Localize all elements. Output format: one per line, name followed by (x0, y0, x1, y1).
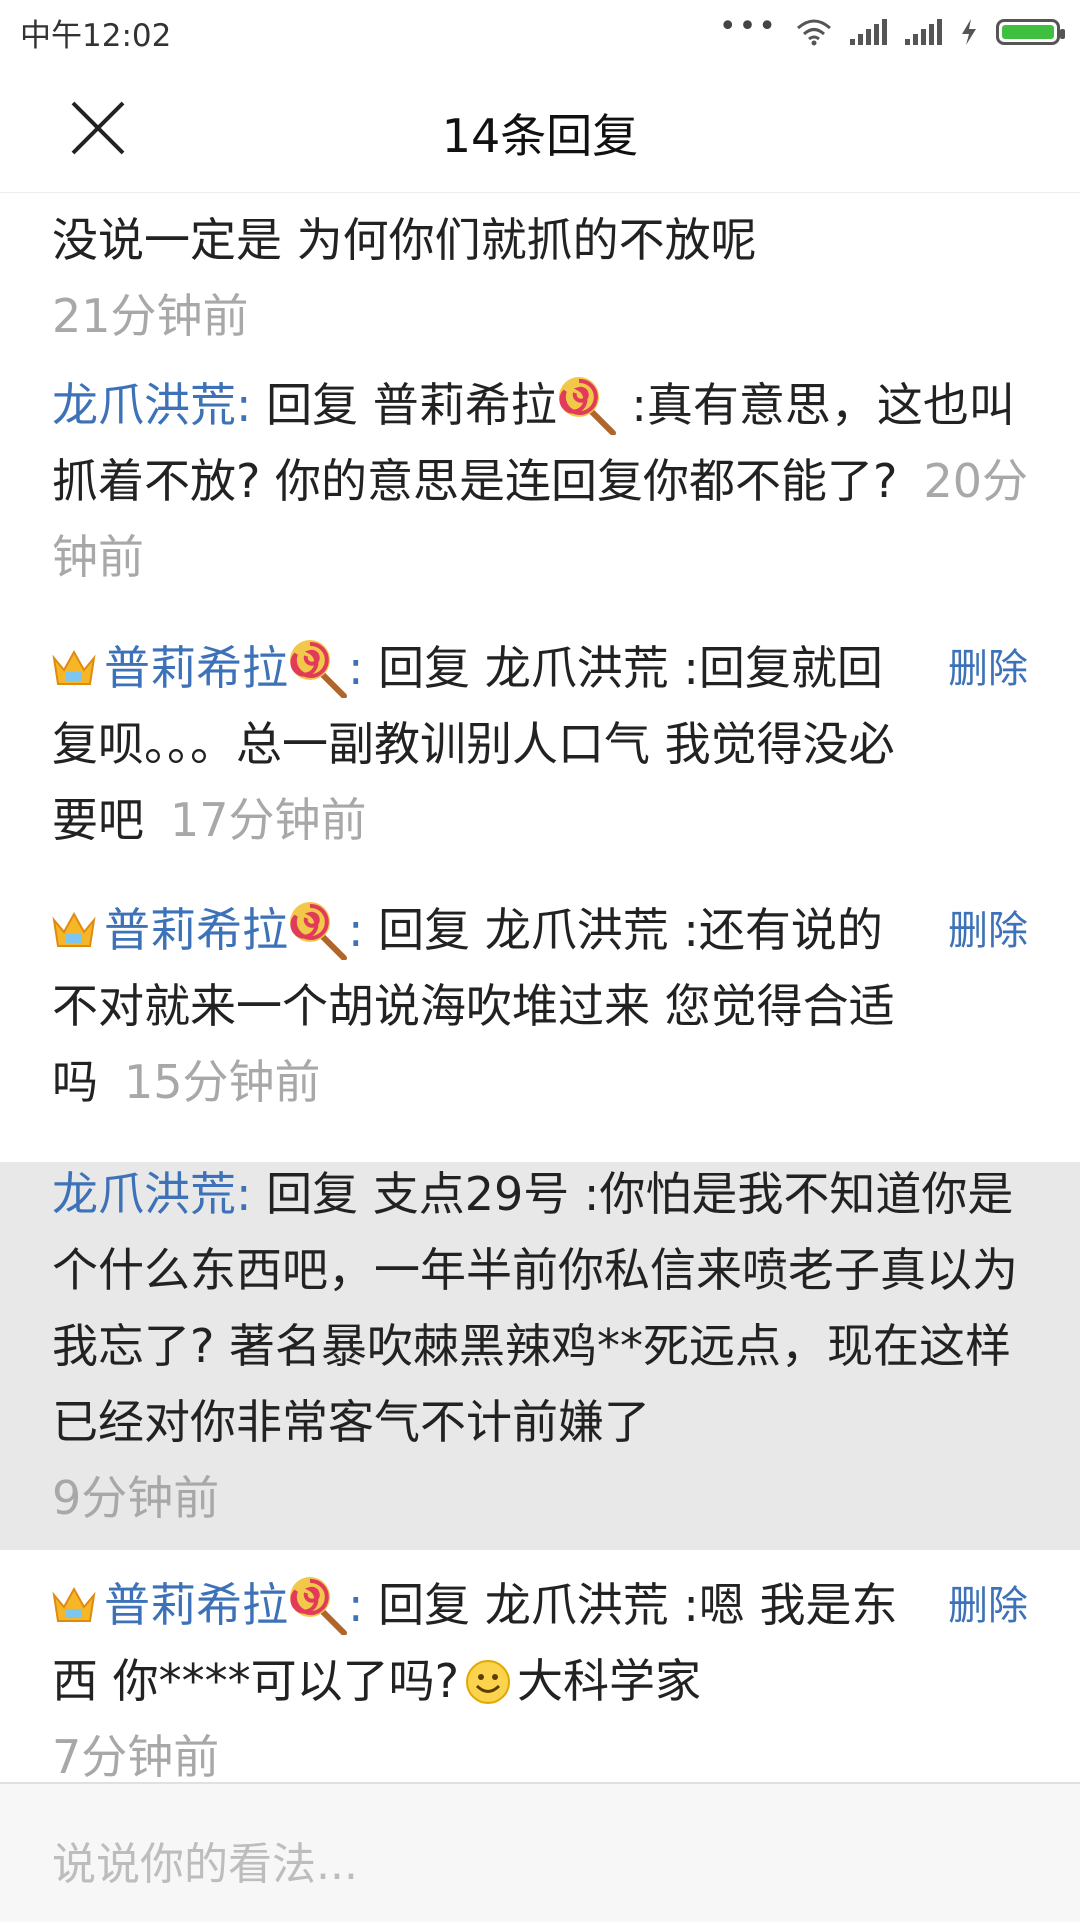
author-colon: : (348, 903, 364, 957)
reply-content: 没说一定是 为何你们就抓的不放呢 (52, 213, 757, 267)
reply-time: 17分钟前 (170, 793, 367, 847)
battery-icon (996, 19, 1065, 45)
author-colon: : (348, 641, 364, 695)
reply-time: 15分钟前 (124, 1055, 321, 1109)
nav-bar: 14条回复 (0, 64, 1080, 193)
reply-item[interactable]: 删除 普莉希拉: 回复 龙爪洪荒 :还有说的不对就来一个胡说海吹堆过来 您觉得合… (0, 892, 1080, 1142)
lollipop-icon (290, 640, 347, 698)
delete-button[interactable]: 删除 (948, 1573, 1028, 1631)
signal-icon (905, 19, 942, 45)
page-title: 14条回复 (441, 109, 639, 163)
reply-item[interactable]: 龙爪洪荒: 回复 普莉希拉 :真有意思，这也叫抓着不放? 你的意思是连回复你都不… (0, 367, 1080, 617)
reply-time: 21分钟前 (52, 289, 249, 343)
status-time: 中午12:02 (20, 17, 172, 54)
reply-time: 7分钟前 (52, 1730, 220, 1782)
reply-author[interactable]: 普莉希拉 (104, 1578, 288, 1632)
author-colon: : (348, 1578, 364, 1632)
reply-author[interactable]: 普莉希拉 (104, 903, 288, 957)
reply-list[interactable]: 没说一定是 为何你们就抓的不放呢 21分钟前 龙爪洪荒: 回复 普莉希拉 :真有… (0, 192, 1080, 1782)
reply-item[interactable]: 删除 普莉希拉: 回复 龙爪洪荒 :回复就回复呗。。。总一副教训别人口气 我觉得… (0, 630, 1080, 880)
status-icons: ••• (719, 12, 1065, 46)
lollipop-icon (558, 377, 616, 435)
crown-icon (52, 1586, 96, 1622)
crown-icon (52, 649, 96, 685)
delete-button[interactable]: 删除 (948, 898, 1028, 956)
reply-item-highlighted[interactable]: 龙爪洪荒: 回复 支点29号 :你怕是我不知道你是个什么东西吧，一年半前你私信来… (0, 1162, 1080, 1550)
wifi-icon (797, 19, 831, 46)
charging-icon (962, 19, 976, 45)
lollipop-icon (290, 902, 347, 960)
author-colon: : (236, 378, 252, 432)
reply-prefix: 回复 普莉希拉 (251, 378, 557, 432)
reply-author[interactable]: 龙爪洪荒 (52, 378, 236, 432)
signal-icon (850, 19, 887, 45)
reply-item[interactable]: 删除 普莉希拉: 回复 龙爪洪荒 :嗯 我是东西 你****可以了吗? 大科学家 … (0, 1567, 1080, 1782)
delete-button[interactable]: 删除 (948, 636, 1028, 694)
author-colon: : (236, 1167, 252, 1221)
reply-suffix: 大科学家 (517, 1654, 702, 1708)
smiley-emoji-icon (466, 1660, 511, 1704)
reply-author[interactable]: 龙爪洪荒 (52, 1167, 236, 1221)
crown-icon (52, 911, 96, 947)
more-dots-icon: ••• (718, 9, 778, 44)
status-bar: 中午12:02 ••• (0, 0, 1080, 64)
comment-input-placeholder[interactable]: 说说你的看法... (52, 1828, 358, 1892)
comment-input-bar[interactable]: 说说你的看法... (0, 1782, 1080, 1922)
lollipop-icon (290, 1577, 347, 1635)
reply-author[interactable]: 普莉希拉 (104, 641, 288, 695)
reply-item[interactable]: 没说一定是 为何你们就抓的不放呢 21分钟前 (0, 192, 1080, 352)
reply-time: 9分钟前 (52, 1471, 220, 1525)
